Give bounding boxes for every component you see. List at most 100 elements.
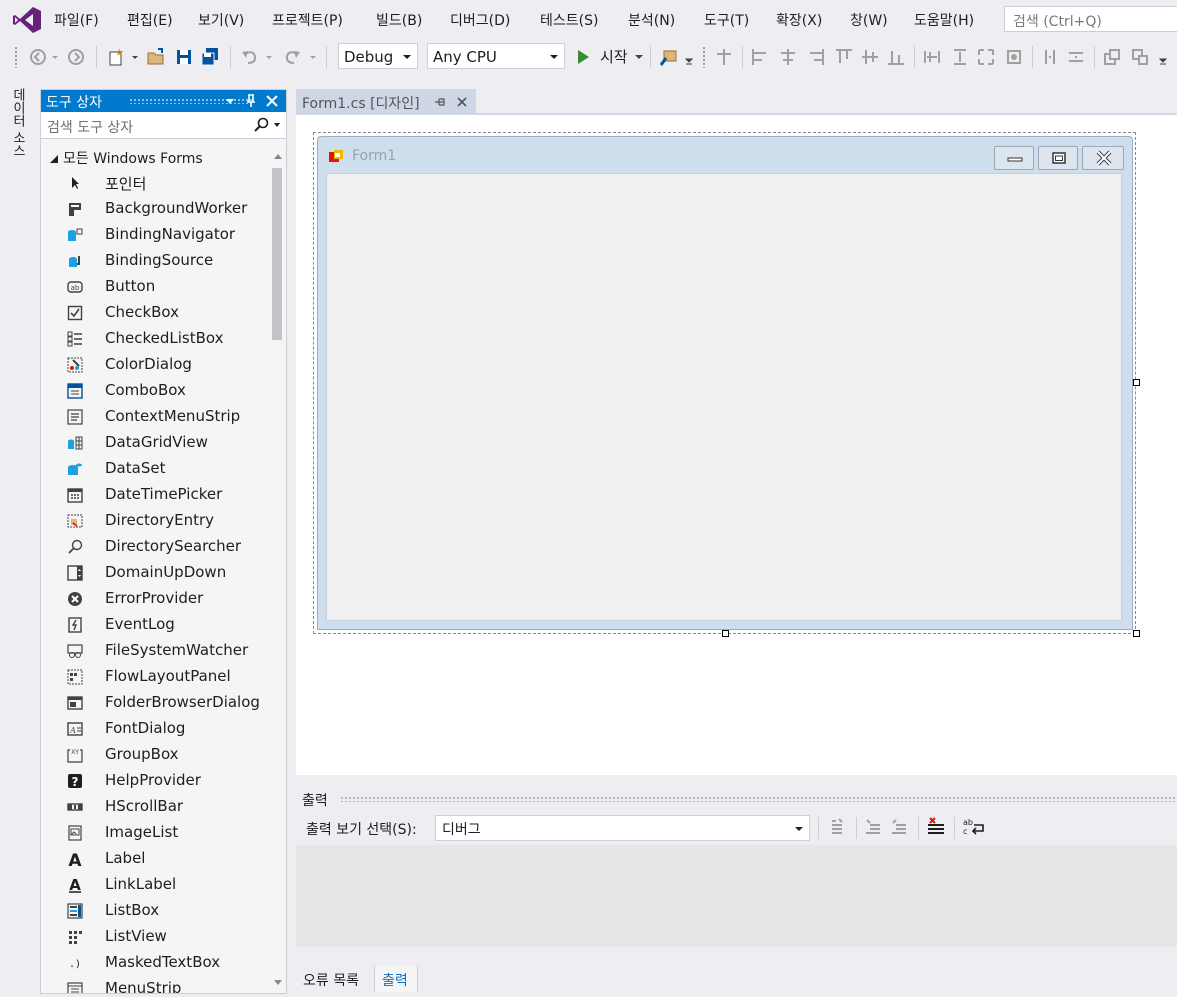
toolbox-item[interactable]: ? HelpProvider — [41, 768, 281, 794]
align-middles-icon[interactable] — [860, 47, 880, 67]
menu-analyze[interactable]: 분석(N) — [628, 10, 675, 30]
resize-handle-corner[interactable] — [1133, 630, 1140, 637]
toolbox-item[interactable]: HScrollBar — [41, 794, 281, 820]
toolbox-item[interactable]: EventLog — [41, 612, 281, 638]
close-button[interactable] — [1082, 146, 1124, 170]
align-lefts-icon[interactable] — [750, 47, 770, 67]
new-dropdown-icon[interactable] — [130, 47, 140, 67]
horizontal-spacing-icon[interactable] — [1040, 47, 1060, 67]
toolbox-item[interactable]: (.)- MaskedTextBox — [41, 950, 281, 976]
toolbox-item[interactable]: XY GroupBox — [41, 742, 281, 768]
toolbar-grip[interactable] — [14, 46, 18, 68]
output-panel-title[interactable]: 출력 — [302, 790, 328, 810]
toolbox-item[interactable]: A Label — [41, 846, 281, 872]
save-icon[interactable] — [174, 47, 194, 67]
make-same-size-icon[interactable] — [1004, 47, 1024, 67]
window-position-icon[interactable] — [225, 96, 235, 106]
align-to-grid-icon[interactable] — [714, 47, 734, 67]
form1-window[interactable]: Form1 — [317, 136, 1133, 630]
toolbox-item[interactable]: BindingSource — [41, 248, 281, 274]
toolbox-item[interactable]: CheckedListBox — [41, 326, 281, 352]
search-icon[interactable] — [253, 117, 269, 133]
close-icon[interactable] — [456, 96, 468, 108]
next-message-icon[interactable] — [890, 817, 910, 837]
menu-test[interactable]: 테스트(S) — [540, 10, 598, 30]
resize-handle-right[interactable] — [1133, 379, 1140, 386]
save-all-icon[interactable] — [200, 47, 220, 67]
make-same-height-icon[interactable] — [950, 47, 970, 67]
menu-view[interactable]: 보기(V) — [198, 10, 244, 30]
tab-output[interactable]: 출력 — [374, 966, 418, 992]
toolbox-item[interactable]: BindingNavigator — [41, 222, 281, 248]
close-icon[interactable] — [265, 94, 279, 108]
tab-form1-design[interactable]: Form1.cs [디자인] — [296, 89, 476, 115]
quick-search-input[interactable]: 검색 (Ctrl+Q) — [1004, 6, 1177, 32]
toolbox-item[interactable]: ab Button — [41, 274, 281, 300]
toolbox-item[interactable]: ComboBox — [41, 378, 281, 404]
minimize-button[interactable] — [994, 146, 1034, 170]
redo-dropdown-icon[interactable] — [308, 47, 318, 67]
menu-help[interactable]: 도움말(H) — [914, 10, 974, 30]
solution-platform-select[interactable]: Any CPU — [427, 43, 565, 69]
menu-project[interactable]: 프로젝트(P) — [272, 10, 343, 30]
menu-build[interactable]: 빌드(B) — [376, 10, 422, 30]
pin-icon[interactable] — [244, 94, 258, 108]
size-to-grid-icon[interactable] — [976, 47, 996, 67]
toolbox-item[interactable]: CheckBox — [41, 300, 281, 326]
align-bottoms-icon[interactable] — [886, 47, 906, 67]
toolbox-item[interactable]: 포인터 — [41, 170, 281, 196]
toolbox-item[interactable]: MenuStrip — [41, 976, 281, 993]
align-centers-icon[interactable] — [778, 47, 798, 67]
maximize-button[interactable] — [1038, 146, 1078, 170]
toolbox-search-input[interactable]: 검색 도구 상자 — [41, 112, 286, 139]
vertical-spacing-icon[interactable] — [1066, 47, 1086, 67]
toolbox-item[interactable]: ContextMenuStrip — [41, 404, 281, 430]
toolbox-item[interactable]: FlowLayoutPanel — [41, 664, 281, 690]
resize-handle-bottom[interactable] — [722, 630, 729, 637]
bring-to-front-icon[interactable] — [1102, 47, 1122, 67]
menu-window[interactable]: 창(W) — [850, 10, 888, 30]
toolbox-title-bar[interactable]: 도구 상자 — [41, 90, 286, 112]
menu-tools[interactable]: 도구(T) — [704, 10, 749, 30]
toolbox-group-header[interactable]: 모든 Windows Forms — [49, 148, 203, 168]
toolbox-item[interactable]: ErrorProvider — [41, 586, 281, 612]
toolbox-item[interactable]: DirectoryEntry — [41, 508, 281, 534]
form-client-area[interactable] — [326, 173, 1122, 621]
undo-icon[interactable] — [240, 47, 260, 67]
toolbox-item[interactable]: ListBox — [41, 898, 281, 924]
output-text-area[interactable] — [296, 845, 1177, 947]
toolbox-item[interactable]: DataGridView — [41, 430, 281, 456]
align-rights-icon[interactable] — [806, 47, 826, 67]
output-source-select[interactable]: 디버그 — [435, 815, 810, 841]
data-sources-tab[interactable]: 데이터 소스 — [8, 88, 26, 170]
previous-message-icon[interactable] — [864, 817, 884, 837]
toolbox-item[interactable]: ColorDialog — [41, 352, 281, 378]
attach-process-icon[interactable] — [658, 47, 678, 67]
toggle-word-wrap-icon[interactable]: abc — [962, 817, 986, 837]
menu-debug[interactable]: 디버그(D) — [450, 10, 510, 30]
menu-extensions[interactable]: 확장(X) — [776, 10, 822, 30]
toolbar-grip[interactable] — [702, 46, 706, 68]
navigate-forward-icon[interactable] — [66, 47, 86, 67]
navigate-back-icon[interactable] — [28, 47, 48, 67]
send-to-back-icon[interactable] — [1130, 47, 1150, 67]
pin-icon[interactable] — [434, 96, 446, 108]
back-dropdown-icon[interactable] — [50, 47, 60, 67]
toolbox-item[interactable]: BackgroundWorker — [41, 196, 281, 222]
open-file-icon[interactable] — [146, 47, 166, 67]
solution-configuration-select[interactable]: Debug — [338, 43, 418, 69]
toolbox-item[interactable]: FileSystemWatcher — [41, 638, 281, 664]
redo-icon[interactable] — [282, 47, 302, 67]
toolbox-item[interactable]: A FontDialog — [41, 716, 281, 742]
find-message-in-code-icon[interactable] — [828, 817, 848, 837]
tab-error-list[interactable]: 오류 목록 — [296, 966, 374, 992]
visual-studio-logo[interactable] — [12, 6, 42, 34]
scroll-up-icon[interactable] — [273, 152, 283, 160]
toolbox-item[interactable]: DateTimePicker — [41, 482, 281, 508]
toolbox-item[interactable]: DomainUpDown — [41, 560, 281, 586]
search-options-icon[interactable] — [273, 121, 281, 129]
toolbar-overflow-icon[interactable] — [684, 47, 694, 67]
toolbox-item[interactable]: ListView — [41, 924, 281, 950]
toolbox-item[interactable]: DataSet — [41, 456, 281, 482]
clear-all-icon[interactable] — [926, 817, 946, 837]
